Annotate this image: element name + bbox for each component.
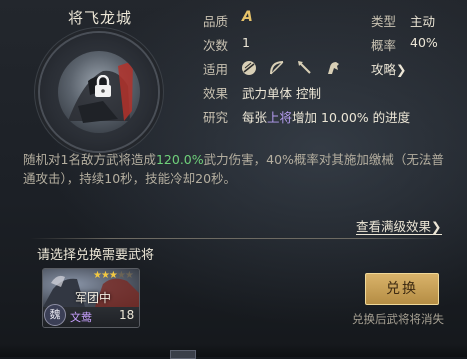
general-name: 军团中 <box>74 291 111 305</box>
spear-icon <box>296 59 314 77</box>
chevron-right-icon: ❯ <box>431 219 442 234</box>
strategy-link[interactable]: 攻略❯ <box>371 59 407 78</box>
quality-label: 品质 <box>203 14 229 29</box>
chevron-right-icon: ❯ <box>396 62 407 77</box>
research-label: 研究 <box>203 110 229 125</box>
effect-value: 武力单体 控制 <box>242 86 321 101</box>
lock-icon <box>93 74 113 99</box>
type-label: 类型 <box>371 14 397 29</box>
horse-icon <box>324 59 342 77</box>
general-card[interactable]: ★★★★★ 军团中 魏 文鸯 18 <box>42 268 140 328</box>
shield-icon <box>240 59 258 77</box>
divider <box>30 238 440 239</box>
bottom-edge <box>0 344 467 357</box>
skill-name: 将飞龙城 <box>67 9 132 27</box>
general-level: 18 <box>119 308 135 322</box>
faction-badge: 魏 <box>44 304 66 326</box>
general-stars: ★★★★★ <box>93 270 134 281</box>
rate-value: 40% <box>410 35 438 50</box>
count-label: 次数 <box>203 38 229 53</box>
applicable-label: 适用 <box>203 62 229 77</box>
rate-label: 概率 <box>371 38 397 53</box>
bottom-tab-stub <box>170 350 196 359</box>
research-value: 每张上将增加 10.00% 的进度 <box>242 110 411 125</box>
type-value: 主动 <box>410 14 436 29</box>
quality-value: A <box>242 9 253 25</box>
skill-description: 随机对1名敌方武将造成120.0%武力伤害，40%概率对其施加缴械（无法普通攻击… <box>23 152 444 186</box>
exchange-note: 兑换后武将将消失 <box>352 312 444 326</box>
bow-icon <box>268 59 286 77</box>
count-value: 1 <box>242 35 250 50</box>
effect-label: 效果 <box>203 86 229 101</box>
applicable-icons <box>240 57 347 75</box>
exchange-button[interactable]: 兑换 <box>365 273 439 305</box>
select-general-title: 请选择兑换需要武将 <box>37 248 155 263</box>
general-school: 文鸯 <box>70 311 92 324</box>
view-full-level-effect-link[interactable]: 查看满级效果❯ <box>356 220 442 235</box>
